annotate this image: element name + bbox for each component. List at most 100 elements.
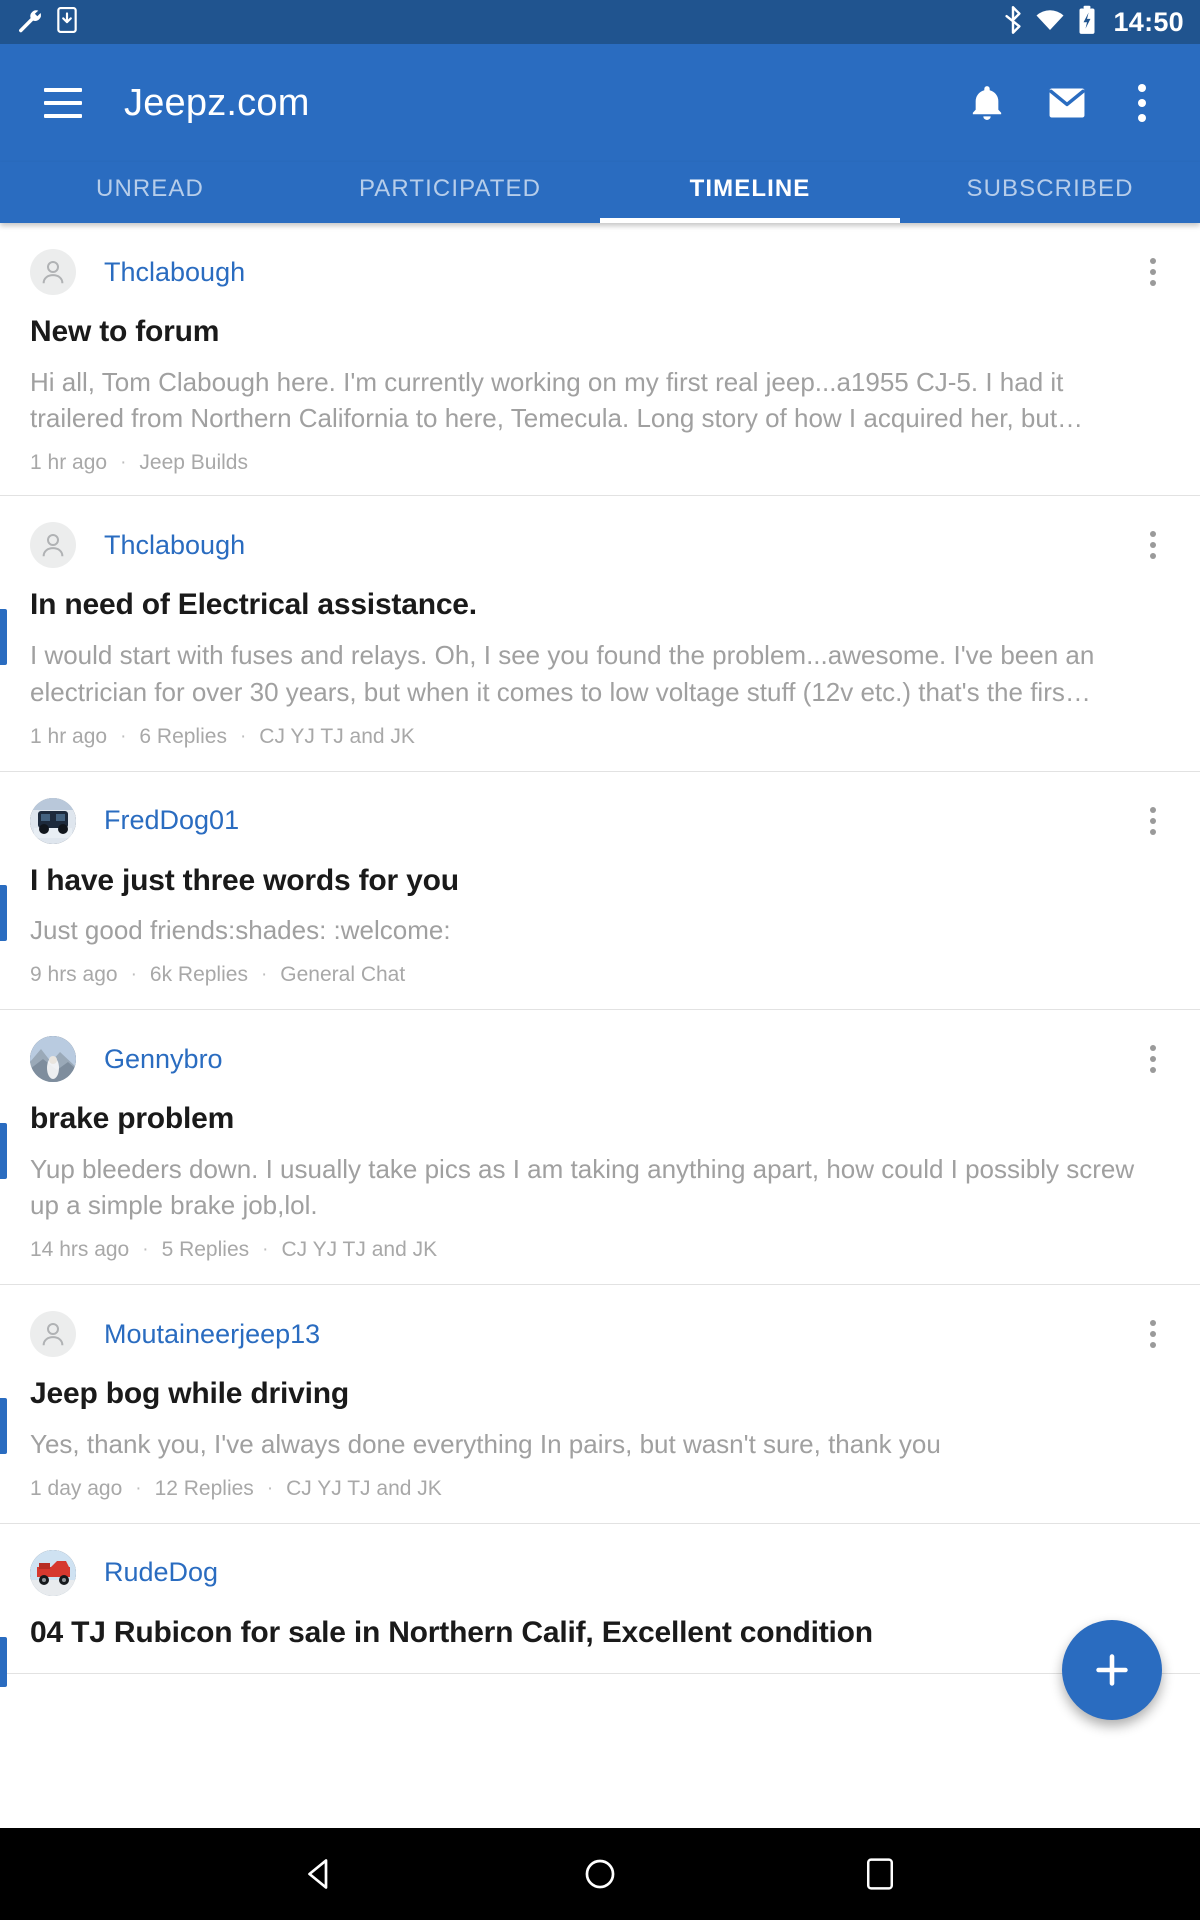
status-bar-right-icons: 14:50 (1003, 5, 1184, 40)
post-list-item[interactable]: FredDog01 I have just three words for yo… (0, 771, 1200, 1011)
post-replies: 6 Replies (139, 724, 227, 748)
post-author-link[interactable]: FredDog01 (104, 805, 239, 836)
post-forum: CJ YJ TJ and JK (281, 1238, 438, 1262)
meta-separator: · (239, 725, 247, 747)
post-header: Moutaineerjeep13 (0, 1311, 1200, 1358)
bluetooth-icon (1003, 5, 1023, 39)
unread-indicator (0, 1398, 7, 1455)
post-header: FredDog01 (0, 797, 1200, 844)
android-navigation-bar (0, 1828, 1200, 1920)
download-to-device-icon (56, 6, 78, 38)
post-overflow-icon[interactable] (1136, 250, 1170, 294)
post-overflow-icon[interactable] (1136, 1037, 1170, 1081)
post-replies: 5 Replies (161, 1238, 250, 1262)
page-title: Jeepz.com (124, 81, 310, 124)
post-meta: 1 day ago · 12 Replies · CJ YJ TJ and JK (0, 1477, 1200, 1501)
meta-separator: · (120, 452, 127, 474)
post-overflow-icon[interactable] (1136, 799, 1170, 843)
post-author-link[interactable]: RudeDog (104, 1557, 218, 1588)
post-time: 9 hrs ago (30, 963, 118, 987)
post-header: RudeDog (0, 1549, 1200, 1596)
unread-indicator (0, 1123, 7, 1180)
create-post-fab[interactable] (1062, 1620, 1162, 1720)
battery-charging-icon (1077, 5, 1097, 40)
wifi-icon (1035, 8, 1065, 37)
post-author-link[interactable]: Moutaineerjeep13 (104, 1319, 320, 1350)
unread-indicator (0, 1636, 7, 1687)
square-recents-icon[interactable] (840, 1834, 920, 1914)
post-meta: 1 hr ago · Jeep Builds (0, 451, 1200, 475)
post-list-item[interactable]: Thclabough New to forum Hi all, Tom Clab… (0, 223, 1200, 497)
post-forum: CJ YJ TJ and JK (286, 1476, 442, 1500)
avatar[interactable] (30, 1036, 76, 1083)
post-forum: Jeep Builds (139, 451, 248, 475)
post-overflow-icon[interactable] (1136, 1312, 1170, 1356)
post-excerpt: Just good friends:shades: :welcome: (30, 915, 451, 946)
status-bar-clock: 14:50 (1113, 6, 1184, 37)
unread-indicator (0, 884, 7, 941)
post-title[interactable]: I have just three words for you (0, 862, 1200, 900)
post-forum: General Chat (280, 963, 406, 987)
kebab-menu-icon[interactable] (1130, 80, 1154, 126)
avatar[interactable] (30, 1311, 76, 1358)
wrench-icon (16, 7, 42, 38)
tab-unread[interactable]: UNREAD (0, 162, 300, 223)
tab-label: PARTICIPATED (358, 174, 542, 202)
tab-subscribed[interactable]: SUBSCRIBED (900, 162, 1200, 223)
post-excerpt: Yup bleeders down. I usually take pics a… (30, 1153, 1135, 1221)
android-status-bar: 14:50 (0, 0, 1200, 44)
hamburger-menu-icon[interactable] (44, 88, 82, 118)
tab-participated[interactable]: PARTICIPATED (300, 162, 600, 223)
app-toolbar: Jeepz.com (0, 44, 1200, 162)
circle-home-icon[interactable] (560, 1834, 640, 1914)
unread-indicator (0, 609, 7, 666)
meta-separator: · (142, 1239, 149, 1261)
post-excerpt: I would start with fuses and relays. Oh,… (30, 639, 1095, 707)
post-list-item[interactable]: RudeDog 04 TJ Rubicon for sale in Northe… (0, 1523, 1200, 1687)
post-time: 14 hrs ago (30, 1238, 130, 1262)
meta-separator: · (135, 1477, 142, 1499)
meta-separator: · (262, 1239, 269, 1261)
post-excerpt: Hi all, Tom Clabough here. I'm currently… (30, 366, 1084, 434)
post-title[interactable]: Jeep bog while driving (0, 1375, 1200, 1413)
avatar[interactable] (30, 797, 76, 844)
post-title[interactable]: In need of Electrical assistance. (0, 586, 1200, 624)
avatar[interactable] (30, 249, 76, 295)
post-list-item[interactable]: Thclabough In need of Electrical assista… (0, 496, 1200, 772)
meta-separator: · (120, 725, 127, 747)
post-author-link[interactable]: Gennybro (104, 1044, 223, 1075)
post-time: 1 hr ago (30, 451, 108, 475)
post-list-item[interactable]: Gennybro brake problem Yup bleeders down… (0, 1010, 1200, 1286)
tab-label: SUBSCRIBED (966, 174, 1134, 202)
status-bar-left-icons (16, 6, 78, 38)
envelope-icon[interactable] (1048, 87, 1086, 119)
post-title[interactable]: New to forum (0, 313, 1200, 351)
post-title[interactable]: 04 TJ Rubicon for sale in Northern Calif… (0, 1614, 1200, 1652)
avatar[interactable] (30, 1549, 76, 1596)
tab-bar: UNREAD PARTICIPATED TIMELINE SUBSCRIBED (0, 162, 1200, 223)
timeline-feed-list[interactable]: Thclabough New to forum Hi all, Tom Clab… (0, 223, 1200, 1828)
post-excerpt: Yes, thank you, I've always done everyth… (30, 1428, 941, 1459)
meta-separator: · (260, 964, 268, 986)
post-meta: 1 hr ago · 6 Replies · CJ YJ TJ and JK (0, 725, 1200, 749)
post-replies: 12 Replies (154, 1476, 254, 1500)
post-author-link[interactable]: Thclabough (104, 530, 245, 561)
post-time: 1 hr ago (30, 724, 108, 748)
post-meta: 14 hrs ago · 5 Replies · CJ YJ TJ and JK (0, 1238, 1200, 1262)
post-header: Gennybro (0, 1036, 1200, 1083)
tab-timeline[interactable]: TIMELINE (600, 162, 900, 223)
tab-label: UNREAD (96, 174, 204, 202)
tab-label: TIMELINE (689, 174, 811, 202)
avatar[interactable] (30, 522, 76, 569)
post-list-item[interactable]: Moutaineerjeep13 Jeep bog while driving … (0, 1285, 1200, 1524)
post-header: Thclabough (0, 249, 1200, 295)
post-title[interactable]: brake problem (0, 1100, 1200, 1138)
post-header: Thclabough (0, 522, 1200, 569)
bell-icon[interactable] (970, 84, 1004, 122)
app-root: 14:50 Jeepz.com UNREAD PARTICIPATED TIME… (0, 0, 1200, 1920)
post-overflow-icon[interactable] (1136, 523, 1170, 567)
triangle-back-icon[interactable] (280, 1834, 360, 1914)
meta-separator: · (266, 1477, 274, 1499)
post-meta: 9 hrs ago · 6k Replies · General Chat (0, 963, 1200, 987)
post-author-link[interactable]: Thclabough (104, 257, 245, 288)
